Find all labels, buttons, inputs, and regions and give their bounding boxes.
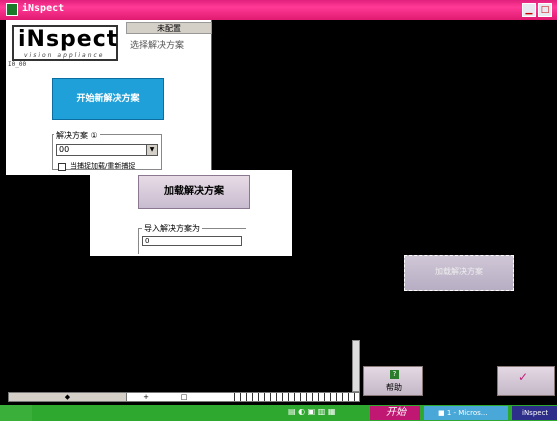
new-solution-button[interactable]: 开始新解决方案 (52, 78, 164, 120)
help-icon: ? (390, 370, 399, 379)
window-title: iNspect (22, 3, 65, 14)
maximize-button[interactable]: □ (538, 3, 552, 17)
config-status-tab[interactable]: 未配置 (126, 22, 212, 34)
help-label: 帮助 (386, 383, 402, 392)
taskbar-item-inspect[interactable]: iNspect (512, 406, 557, 420)
scroll-box-button[interactable]: □ (174, 393, 194, 401)
solution-select-value: 00 (59, 145, 70, 154)
glitch-load-label: 加载解决方案 (435, 267, 483, 276)
scroll-ruler (229, 393, 359, 401)
version-text: I0_00 (8, 61, 27, 68)
import-input[interactable]: 0 (142, 236, 242, 246)
vertical-scrollbar[interactable] (352, 340, 360, 392)
import-label: 导入解决方案为 (142, 223, 202, 234)
app-icon (6, 3, 18, 16)
help-button[interactable]: ? 帮助 (363, 366, 423, 396)
ok-button[interactable]: ✓ (497, 366, 555, 396)
title-bar[interactable] (0, 0, 557, 20)
taskbar-left (0, 405, 32, 421)
scroll-plus-button[interactable]: + (139, 393, 153, 401)
start-button[interactable]: 开始 (370, 406, 420, 420)
taskbar-item[interactable]: ■ 1 - Micros... (424, 406, 508, 420)
check-icon: ✓ (518, 370, 529, 384)
load-panel: 加载解决方案 导入解决方案为 0 (90, 170, 292, 256)
solution-group-label: 解决方案 ① (54, 130, 100, 141)
scroll-thumb[interactable]: ◆ (9, 393, 127, 401)
solution-select[interactable]: 00 ▼ (56, 144, 158, 156)
load-checkbox[interactable] (58, 163, 66, 171)
horizontal-scrollbar[interactable]: ◆ + □ (8, 392, 360, 402)
logo-text: iNspect (18, 27, 119, 52)
logo-subtitle: vision appliance (24, 52, 105, 59)
load-solution-button[interactable]: 加载解决方案 (138, 175, 250, 209)
chevron-down-icon[interactable]: ▼ (146, 145, 157, 155)
config-subtitle: 选择解决方案 (130, 41, 185, 51)
minimize-button[interactable]: ▁ (522, 3, 536, 17)
config-panel: iNspect vision appliance 未配置 选择解决方案 I0_0… (6, 20, 212, 175)
quick-launch[interactable]: ▤ ◐ ▣ ▥ ▦ (288, 407, 368, 419)
logo: iNspect vision appliance (12, 25, 118, 61)
